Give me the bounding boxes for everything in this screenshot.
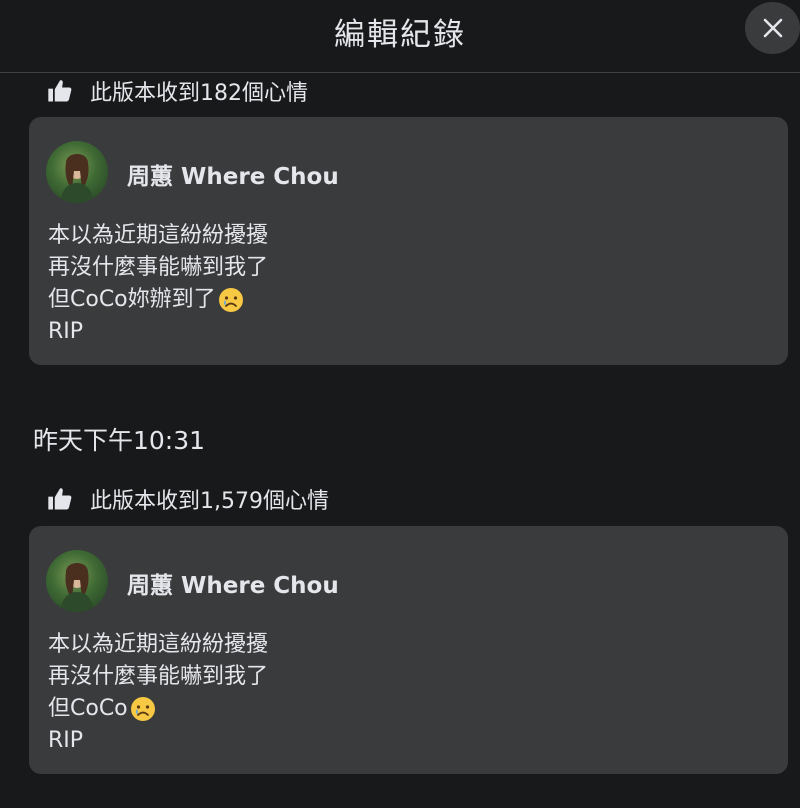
avatar[interactable] — [46, 550, 108, 612]
dialog-title: 編輯紀錄 — [334, 17, 466, 53]
edit-timestamp: 昨天下午10:31 — [33, 426, 206, 455]
post-card: 周蕙 Where Chou 本以為近期這紛紛擾擾 再沒什麼事能嚇到我了 但CoC… — [29, 117, 788, 365]
post-line: 但CoCo — [48, 693, 268, 725]
post-line: 本以為近期這紛紛擾擾 — [48, 632, 269, 657]
author-name[interactable]: 周蕙 Where Chou — [127, 157, 339, 191]
post-line: 但CoCo妳辦到了 — [48, 284, 268, 316]
author-name[interactable]: 周蕙 Where Chou — [127, 566, 339, 600]
close-button[interactable] — [745, 2, 800, 54]
like-icon — [48, 80, 72, 102]
post-line: RIP — [48, 319, 84, 344]
edit-history-dialog: 編輯紀錄 此版本收到182個心情 周蕙 Where Chou 本以為近期這紛紛擾… — [0, 0, 800, 808]
post-line: RIP — [48, 728, 84, 753]
post-line: 再沒什麼事能嚇到我了 — [48, 255, 269, 280]
dialog-header: 編輯紀錄 — [0, 0, 800, 73]
reactions-summary[interactable]: 此版本收到182個心情 — [46, 76, 308, 106]
post-line-text: 但CoCo妳辦到了 — [48, 287, 216, 312]
like-icon — [48, 488, 72, 510]
reactions-count-text: 此版本收到1,579個心情 — [90, 489, 329, 514]
close-icon — [763, 18, 782, 38]
post-line: 再沒什麼事能嚇到我了 — [48, 664, 269, 689]
reactions-summary[interactable]: 此版本收到1,579個心情 — [46, 484, 329, 514]
sad-face-emoji-icon — [130, 697, 155, 721]
sad-face-emoji-icon — [218, 288, 243, 312]
reactions-count-text: 此版本收到182個心情 — [90, 81, 308, 106]
post-card: 周蕙 Where Chou 本以為近期這紛紛擾擾 再沒什麼事能嚇到我了 但CoC… — [29, 526, 788, 774]
post-line-text: 但CoCo — [48, 696, 128, 721]
avatar[interactable] — [46, 141, 108, 203]
post-text: 本以為近期這紛紛擾擾 再沒什麼事能嚇到我了 但CoCo妳辦到了 RIP — [48, 220, 268, 348]
post-line: 本以為近期這紛紛擾擾 — [48, 223, 269, 248]
post-text: 本以為近期這紛紛擾擾 再沒什麼事能嚇到我了 但CoCo RIP — [48, 629, 268, 757]
